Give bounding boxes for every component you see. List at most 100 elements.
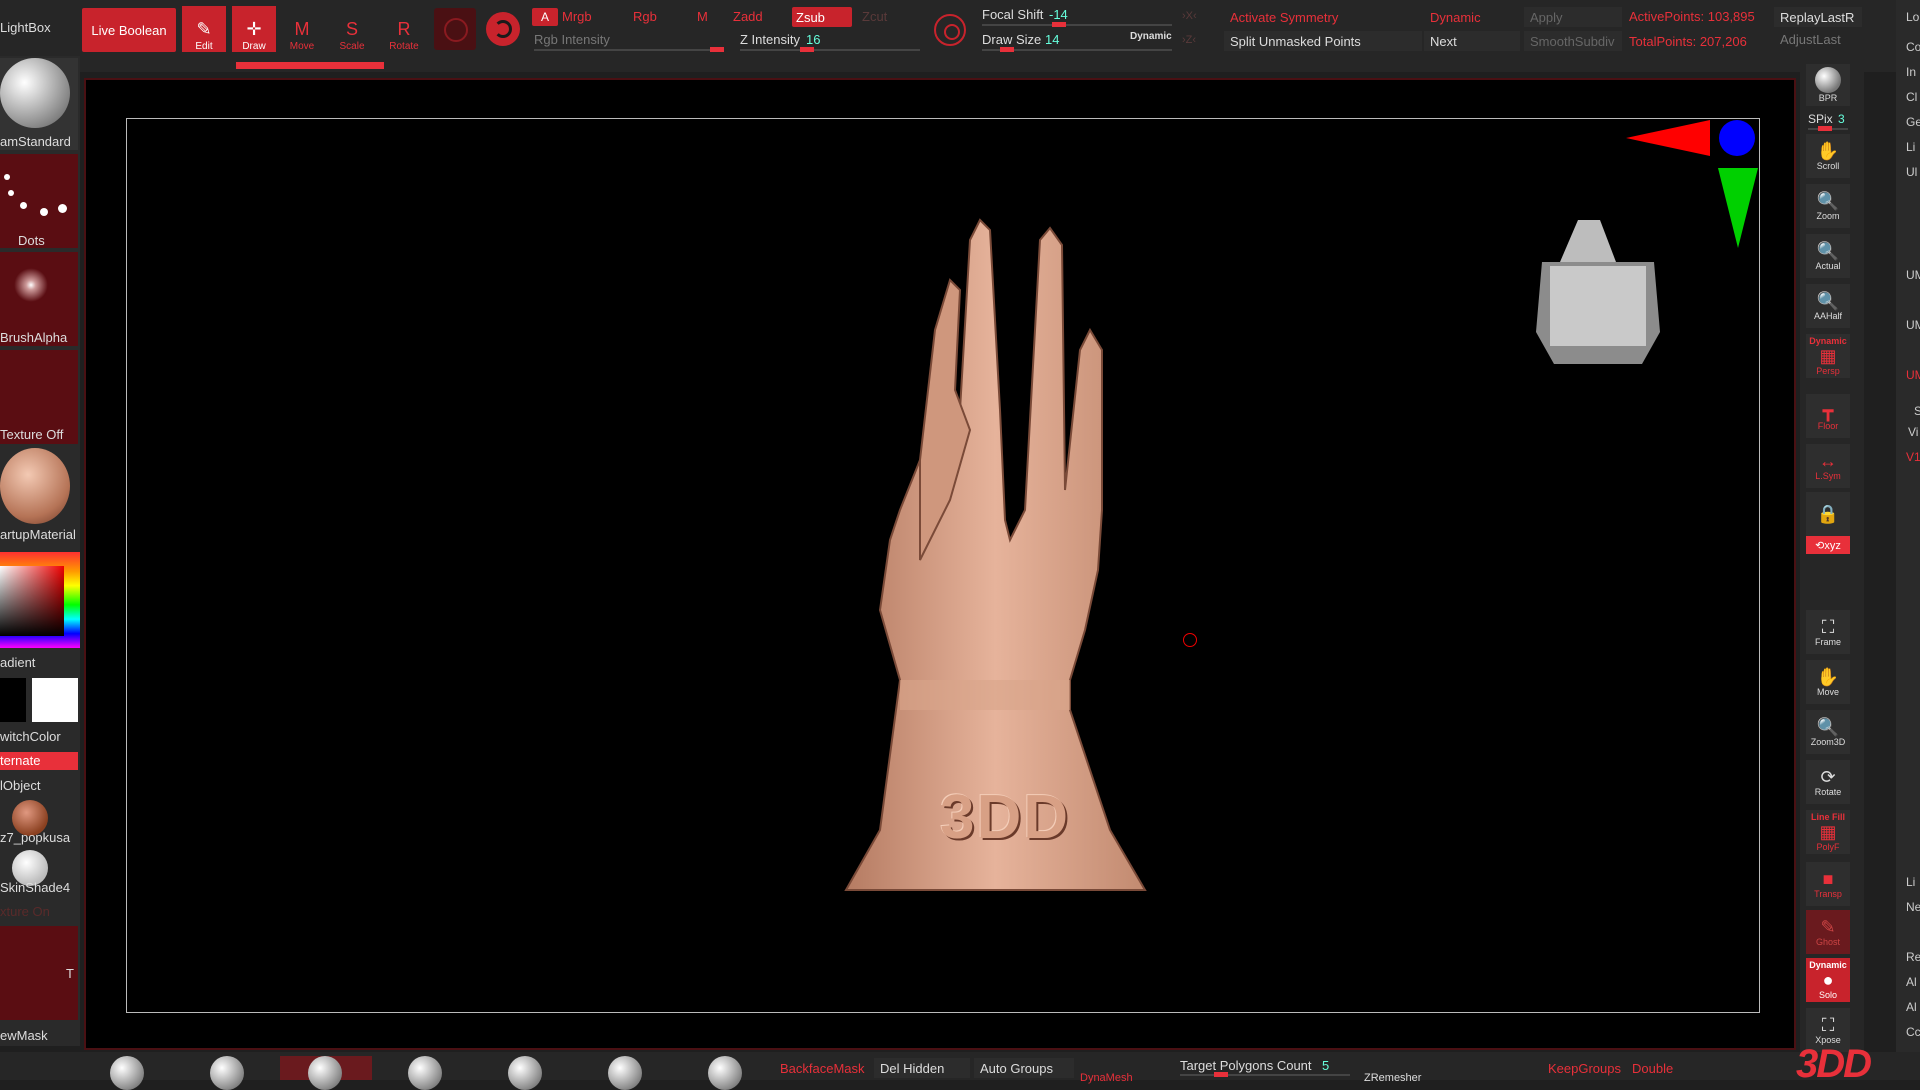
lock-button[interactable]: 🔒 xyxy=(1806,492,1850,536)
brush-thumbnail-button[interactable] xyxy=(434,8,476,50)
move-view-button[interactable]: ✋ Move xyxy=(1806,660,1850,704)
dynamic-toggle[interactable]: Dynamic xyxy=(1130,31,1172,42)
frame-button[interactable]: ⛶ Frame xyxy=(1806,610,1850,654)
live-boolean-button[interactable]: Live Boolean xyxy=(82,8,176,52)
secondary-color-swatch[interactable] xyxy=(32,678,78,722)
tray-item-8[interactable]: UM xyxy=(1906,268,1920,282)
newmask-label[interactable]: ewMask xyxy=(0,1028,48,1043)
material-selector[interactable] xyxy=(0,448,78,528)
color-picker[interactable] xyxy=(0,552,80,648)
next-button[interactable]: Next xyxy=(1424,31,1520,51)
dynamesh-button[interactable]: DynaMesh xyxy=(1080,1072,1133,1084)
double-button[interactable]: Double xyxy=(1632,1061,1673,1076)
lazy-mouse-button[interactable] xyxy=(934,14,966,46)
x-symmetry-icon[interactable]: ›X‹ xyxy=(1182,10,1197,22)
bottom-tool-1-icon[interactable] xyxy=(110,1056,144,1090)
solo-label: Solo xyxy=(1818,990,1837,1000)
tray-item-7[interactable]: Ul xyxy=(1906,165,1917,179)
rotate-view-button[interactable]: ⟳ Rotate xyxy=(1806,760,1850,804)
solo-button[interactable]: Dynamic ● Solo xyxy=(1806,958,1850,1002)
alternate-button[interactable]: ternate xyxy=(0,752,78,770)
rgb-toggle[interactable]: Rgb xyxy=(633,9,657,24)
zoom3d-button[interactable]: 🔍 Zoom3D xyxy=(1806,710,1850,754)
actual-button[interactable]: 🔍 Actual xyxy=(1806,234,1850,278)
bottom-tool-5-icon[interactable] xyxy=(508,1056,542,1090)
bottom-tool-4-icon[interactable] xyxy=(408,1056,442,1090)
keep-groups-button[interactable]: KeepGroups xyxy=(1548,1061,1621,1076)
backface-mask-button[interactable]: BackfaceMask xyxy=(780,1061,865,1076)
bottom-tool-6-icon[interactable] xyxy=(608,1056,642,1090)
focal-shift-slider[interactable] xyxy=(982,22,1172,27)
tray-item-11[interactable]: S xyxy=(1914,404,1920,418)
zoom-button[interactable]: 🔍 Zoom xyxy=(1806,184,1850,228)
bottom-tool-7-icon[interactable] xyxy=(708,1056,742,1090)
scale-button[interactable]: S Scale xyxy=(330,6,374,52)
persp-button[interactable]: Dynamic ▦ Persp xyxy=(1806,334,1850,378)
material-label: artupMaterial xyxy=(0,527,76,542)
main-color-swatch[interactable] xyxy=(0,678,26,722)
gradient-label[interactable]: adient xyxy=(0,655,35,670)
tray-item-4[interactable]: Cl xyxy=(1906,90,1917,104)
tray-item-16[interactable]: Re xyxy=(1906,950,1920,964)
tray-item-6[interactable]: Li xyxy=(1906,140,1915,154)
color-sphere-button[interactable] xyxy=(486,12,520,46)
object-button[interactable]: lObject xyxy=(0,778,40,793)
m-toggle[interactable]: M xyxy=(697,9,708,24)
bottom-tool-2-icon[interactable] xyxy=(210,1056,244,1090)
tray-item-9[interactable]: UM xyxy=(1906,318,1920,332)
tray-item-18[interactable]: Al xyxy=(1906,1000,1917,1014)
apply-button[interactable]: Apply xyxy=(1524,7,1622,27)
edit-button[interactable]: ✎ Edit xyxy=(182,6,226,52)
z-symmetry-icon[interactable]: ›Z‹ xyxy=(1182,34,1196,46)
lightbox-button[interactable]: LightBox xyxy=(0,20,51,35)
ghost-button[interactable]: ✎ Ghost xyxy=(1806,910,1850,954)
z-intensity-label: Z Intensity xyxy=(740,32,800,47)
polyf-button[interactable]: Line Fill ▦ PolyF xyxy=(1806,810,1850,854)
z-intensity-slider[interactable] xyxy=(740,47,920,52)
mrgb-toggle[interactable]: Mrgb xyxy=(562,9,592,24)
navigation-cube[interactable] xyxy=(1530,210,1666,366)
tray-item-17[interactable]: Al xyxy=(1906,975,1917,989)
auto-groups-button[interactable]: Auto Groups xyxy=(974,1058,1074,1078)
texture-on-label[interactable]: xture On xyxy=(0,904,50,919)
del-hidden-button[interactable]: Del Hidden xyxy=(874,1058,970,1078)
draw-button[interactable]: ✛ Draw xyxy=(232,6,276,52)
tray-item-15[interactable]: Ne xyxy=(1906,900,1920,914)
split-unmasked-points-button[interactable]: Split Unmasked Points xyxy=(1224,31,1422,51)
bottom-tool-3-button[interactable] xyxy=(280,1056,372,1090)
bpr-button[interactable]: BPR xyxy=(1806,64,1850,106)
a-toggle[interactable]: A xyxy=(532,8,558,26)
activate-symmetry-button[interactable]: Activate Symmetry xyxy=(1224,7,1422,27)
texture-map-selector[interactable]: T xyxy=(0,926,78,1020)
tray-item-10[interactable]: UM xyxy=(1906,368,1920,382)
tray-item-2[interactable]: Co xyxy=(1906,40,1920,54)
lsym-button[interactable]: ↔ L.Sym xyxy=(1806,444,1850,488)
xyz-rotate-button[interactable]: ⟲xyz xyxy=(1806,536,1850,554)
adjust-last-button[interactable]: AdjustLast xyxy=(1780,32,1841,47)
tray-item-5[interactable]: Ge xyxy=(1906,115,1920,129)
switch-color-button[interactable]: witchColor xyxy=(0,729,61,744)
zsub-toggle[interactable]: Zsub xyxy=(792,7,852,27)
smooth-subdiv-slider[interactable]: SmoothSubdiv xyxy=(1524,31,1622,51)
replay-last-button[interactable]: ReplayLastR xyxy=(1774,7,1862,27)
zadd-toggle[interactable]: Zadd xyxy=(733,9,763,24)
transp-button[interactable]: ■ Transp xyxy=(1806,862,1850,906)
target-polygons-slider[interactable] xyxy=(1180,1072,1350,1077)
zremesher-button[interactable]: ZRemesher xyxy=(1364,1072,1421,1084)
tray-item-13[interactable]: V1 xyxy=(1906,450,1920,464)
move-button[interactable]: M Move xyxy=(280,6,324,52)
tray-item-3[interactable]: In xyxy=(1906,65,1916,79)
floor-button[interactable]: ┳ Floor xyxy=(1806,394,1850,438)
draw-size-slider[interactable] xyxy=(982,47,1172,52)
tray-item-14[interactable]: Li xyxy=(1906,875,1915,889)
zcut-toggle[interactable]: Zcut xyxy=(862,9,887,24)
spix-slider[interactable] xyxy=(1808,126,1848,131)
rotate-button[interactable]: R Rotate xyxy=(382,6,426,52)
tray-item-19[interactable]: Cc xyxy=(1906,1025,1920,1039)
rgb-intensity-slider[interactable] xyxy=(534,47,724,52)
scroll-button[interactable]: ✋ Scroll xyxy=(1806,134,1850,178)
aahalf-button[interactable]: 🔍 AAHalf xyxy=(1806,284,1850,328)
tray-item-1[interactable]: Lo xyxy=(1906,10,1919,24)
dynamic-button[interactable]: Dynamic xyxy=(1424,7,1520,27)
tray-item-12[interactable]: Vi xyxy=(1908,425,1918,439)
